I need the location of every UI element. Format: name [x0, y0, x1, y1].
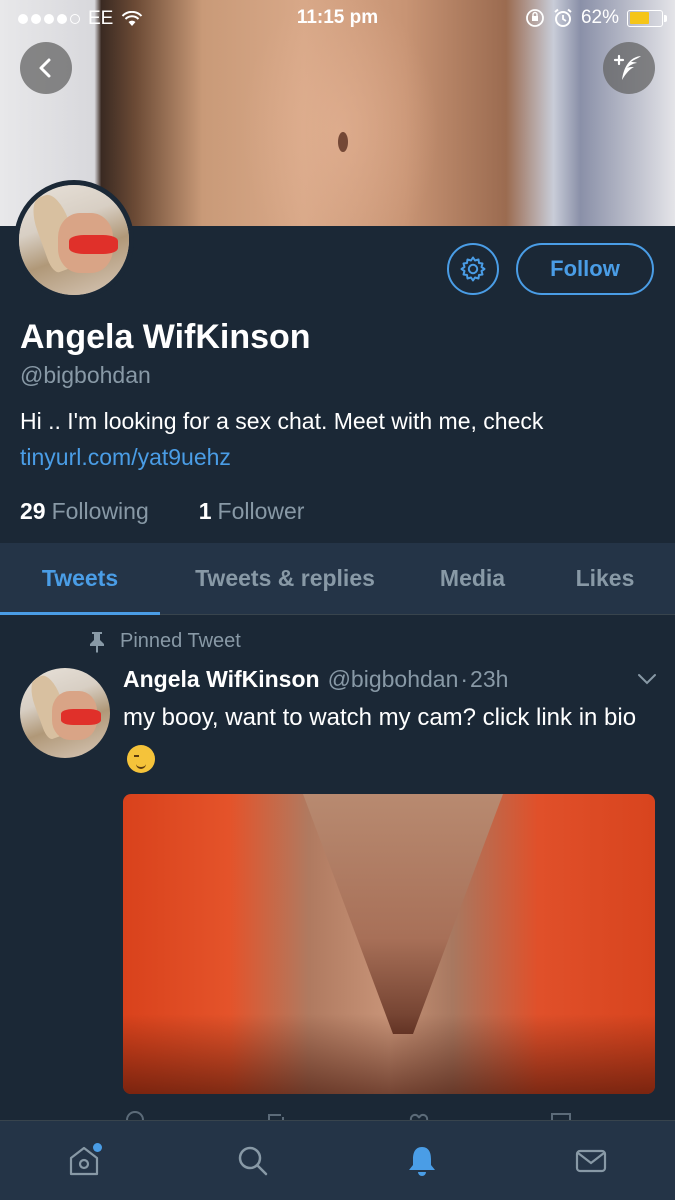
tweet-text-content: my booy, want to watch my cam? click lin… [123, 704, 637, 731]
following-stat[interactable]: 29 Following [20, 498, 149, 525]
profile-display-name: Angela WifKinson [20, 318, 311, 356]
tweet-time: 23h [470, 666, 509, 692]
nav-messages[interactable] [561, 1131, 621, 1191]
back-button[interactable] [20, 42, 72, 94]
tweet-media-image[interactable] [123, 794, 655, 1094]
chevron-down-icon [638, 674, 656, 685]
tweet-separator: · [460, 666, 469, 692]
nav-home[interactable] [54, 1131, 114, 1191]
rotation-lock-icon [526, 9, 544, 27]
tweet-actions [123, 1110, 573, 1120]
bio-link[interactable]: tinyurl.com/yat9uehz [20, 439, 660, 475]
notifications-icon [408, 1146, 435, 1176]
retweet-icon[interactable] [265, 1110, 289, 1120]
avatar-image [19, 185, 129, 295]
pinned-tweet-indicator: Pinned Tweet [88, 630, 241, 653]
following-count: 29 [20, 498, 46, 524]
winking-face-emoji-icon [127, 744, 155, 773]
profile-handle: @bigbohdan [20, 362, 151, 388]
status-bar: EE 11:15 pm 62% [0, 0, 675, 40]
tab-likes[interactable]: Likes [535, 543, 675, 614]
reply-icon[interactable] [123, 1110, 147, 1120]
status-right: 62% [525, 7, 667, 29]
tweet-author-name[interactable]: Angela WifKinson [123, 666, 320, 693]
chevron-left-icon [39, 58, 51, 78]
tab-media[interactable]: Media [410, 543, 535, 614]
battery-percent: 62% [580, 7, 619, 28]
gear-icon [460, 256, 486, 282]
tab-tweets[interactable]: Tweets [0, 543, 160, 615]
tweet-text: my booy, want to watch my cam? click lin… [123, 698, 653, 778]
tweet-options-button[interactable] [636, 672, 658, 691]
alarm-icon [554, 8, 572, 27]
messages-icon [575, 1149, 606, 1172]
followers-label: Follower [217, 498, 305, 524]
followers-count: 1 [198, 498, 212, 524]
profile-stats: 29 Following 1 Follower [20, 498, 304, 525]
header-image-detail [338, 132, 348, 152]
media-image-detail [303, 794, 503, 1034]
pin-icon [90, 631, 104, 653]
tweet-header: Angela WifKinson @bigbohdan · 23h [123, 666, 508, 693]
pinned-label: Pinned Tweet [120, 630, 241, 652]
new-content-badge [93, 1142, 103, 1152]
nav-notifications[interactable] [392, 1131, 452, 1191]
bio-text: Hi .. I'm looking for a sex chat. Meet w… [20, 408, 544, 434]
tweet-author-handle[interactable]: @bigbohdan [328, 666, 459, 693]
follow-button[interactable]: Follow [516, 243, 654, 295]
share-icon[interactable] [549, 1110, 573, 1120]
battery-icon [627, 9, 667, 27]
nav-search[interactable] [223, 1131, 283, 1191]
tweet-author-avatar[interactable] [20, 668, 110, 758]
bottom-navigation [0, 1120, 675, 1200]
compose-tweet-button[interactable] [603, 42, 655, 94]
tweet-avatar-image [20, 668, 110, 758]
profile-tabs: Tweets Tweets & replies Media Likes [0, 543, 675, 615]
profile-bio: Hi .. I'm looking for a sex chat. Meet w… [20, 403, 660, 475]
following-label: Following [51, 498, 149, 524]
profile-avatar[interactable] [14, 180, 134, 300]
search-icon [238, 1146, 268, 1175]
like-icon[interactable] [407, 1110, 431, 1120]
profile-settings-button[interactable] [447, 243, 499, 295]
followers-stat[interactable]: 1 Follower [199, 498, 305, 525]
media-image-shadow [123, 1014, 655, 1094]
compose-feather-icon [613, 54, 641, 80]
tab-tweets-and-replies[interactable]: Tweets & replies [160, 543, 410, 614]
